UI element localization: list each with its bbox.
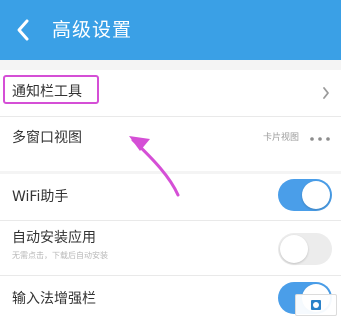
top-app-bar: 高级设置 bbox=[0, 0, 341, 60]
toggle-knob bbox=[302, 181, 330, 209]
chevron-right-icon bbox=[323, 87, 329, 99]
wifi-assistant-row[interactable]: WiFi助手 bbox=[0, 174, 341, 220]
chevron-left-icon bbox=[17, 19, 29, 41]
multi-window-view-row[interactable]: 多窗口视图 卡片视图 bbox=[0, 117, 341, 171]
input-method-enhancement-row[interactable]: 输入法增强栏 bbox=[0, 276, 341, 320]
multi-window-view-label: 多窗口视图 bbox=[12, 130, 82, 146]
wifi-assistant-toggle[interactable] bbox=[278, 179, 332, 211]
settings-group-bottom: WiFi助手 自动安装应用 无需点击，下载后自动安装 输入法增强栏 bbox=[0, 174, 341, 320]
notification-tools-highlight-box bbox=[3, 75, 99, 104]
multi-window-view-value: 卡片视图 bbox=[262, 133, 299, 143]
watermark-icon bbox=[311, 300, 321, 310]
advanced-settings-screen: 高级设置 通知栏工具 多窗口视图 卡片视图 WiFi助手 自动安装应用 无需点击… bbox=[0, 0, 341, 320]
auto-install-apps-toggle[interactable] bbox=[278, 233, 332, 265]
auto-install-apps-row[interactable]: 自动安装应用 无需点击，下载后自动安装 bbox=[0, 221, 341, 275]
more-icon[interactable] bbox=[307, 134, 333, 144]
input-method-enhancement-label: 输入法增强栏 bbox=[12, 291, 96, 307]
wifi-assistant-label: WiFi助手 bbox=[12, 189, 69, 205]
auto-install-apps-hint: 无需点击，下载后自动安装 bbox=[12, 251, 108, 260]
page-title: 高级设置 bbox=[52, 19, 133, 41]
auto-install-apps-label: 自动安装应用 bbox=[12, 230, 96, 246]
watermark-logo bbox=[295, 294, 337, 316]
back-button[interactable] bbox=[12, 15, 34, 45]
toggle-knob bbox=[280, 235, 308, 263]
